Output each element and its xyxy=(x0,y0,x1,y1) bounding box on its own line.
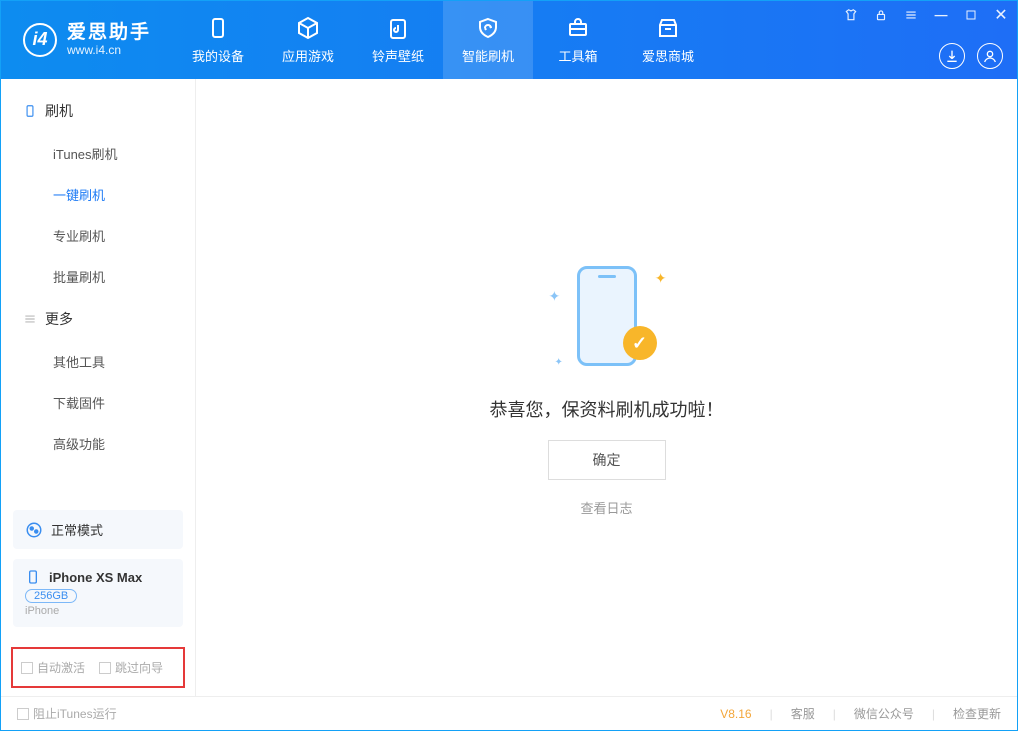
device-type: iPhone xyxy=(25,605,171,617)
sidebar-nav: 刷机 iTunes刷机 一键刷机 专业刷机 批量刷机 更多 其他工具 下载固件 … xyxy=(1,79,195,502)
lock-icon[interactable] xyxy=(871,5,891,25)
sparkle-icon: ✦ xyxy=(549,288,561,305)
app-header: i4 爱思助手 www.i4.cn 我的设备 应用游戏 铃声壁纸 智能刷机 工具… xyxy=(1,1,1017,79)
nav-batch-flash[interactable]: 批量刷机 xyxy=(1,256,195,297)
logo-icon: i4 xyxy=(23,23,57,57)
app-body: 刷机 iTunes刷机 一键刷机 专业刷机 批量刷机 更多 其他工具 下载固件 … xyxy=(1,79,1017,696)
checkbox-skip-guide[interactable]: 跳过向导 xyxy=(99,659,163,676)
list-icon xyxy=(23,312,37,326)
tab-toolbox[interactable]: 工具箱 xyxy=(533,1,623,79)
ok-button[interactable]: 确定 xyxy=(548,440,666,480)
sparkle-icon: ✦ xyxy=(555,357,563,368)
checkbox-block-itunes[interactable]: 阻止iTunes运行 xyxy=(17,705,117,722)
tab-label: 应用游戏 xyxy=(282,46,334,65)
tab-label: 工具箱 xyxy=(559,46,598,65)
nav-onekey-flash[interactable]: 一键刷机 xyxy=(1,174,195,215)
sparkle-icon: ✦ xyxy=(655,270,667,287)
tab-label: 我的设备 xyxy=(192,46,244,65)
tab-label: 爱思商城 xyxy=(642,46,694,65)
refresh-shield-icon xyxy=(476,16,500,40)
app-logo: i4 爱思助手 www.i4.cn xyxy=(1,23,173,57)
checkbox-label: 自动激活 xyxy=(37,659,85,676)
music-icon xyxy=(386,16,410,40)
mode-icon xyxy=(25,521,43,539)
section-flash: 刷机 xyxy=(1,89,195,133)
section-more: 更多 xyxy=(1,297,195,341)
tab-my-device[interactable]: 我的设备 xyxy=(173,1,263,79)
app-subtitle: www.i4.cn xyxy=(67,44,151,57)
window-controls: ─ ✕ xyxy=(841,5,1011,25)
store-icon xyxy=(656,16,680,40)
header-tabs: 我的设备 应用游戏 铃声壁纸 智能刷机 工具箱 爱思商城 xyxy=(173,1,713,79)
phone-icon xyxy=(206,16,230,40)
options-highlight-box: 自动激活 跳过向导 xyxy=(11,647,185,688)
mode-card[interactable]: 正常模式 xyxy=(13,510,183,549)
minimize-button[interactable]: ─ xyxy=(931,5,951,25)
app-title: 爱思助手 xyxy=(67,23,151,44)
tab-ringtone[interactable]: 铃声壁纸 xyxy=(353,1,443,79)
device-name: iPhone XS Max xyxy=(49,570,142,585)
checkbox-auto-activate[interactable]: 自动激活 xyxy=(21,659,85,676)
tab-store[interactable]: 爱思商城 xyxy=(623,1,713,79)
close-button[interactable]: ✕ xyxy=(991,5,1011,25)
menu-icon[interactable] xyxy=(901,5,921,25)
device-card[interactable]: iPhone XS Max 256GB iPhone xyxy=(13,559,183,627)
device-icon xyxy=(23,104,37,118)
success-illustration: ✦ ✦ ✦ ✓ xyxy=(547,258,667,378)
nav-itunes-flash[interactable]: iTunes刷机 xyxy=(1,133,195,174)
section-label: 更多 xyxy=(45,309,73,329)
shirt-icon[interactable] xyxy=(841,5,861,25)
tab-label: 铃声壁纸 xyxy=(372,46,424,65)
nav-advanced[interactable]: 高级功能 xyxy=(1,423,195,464)
device-panel: 正常模式 iPhone XS Max 256GB iPhone xyxy=(1,502,195,647)
wechat-link[interactable]: 微信公众号 xyxy=(854,705,914,722)
customer-service-link[interactable]: 客服 xyxy=(791,705,815,722)
status-bar: 阻止iTunes运行 V8.16 | 客服 | 微信公众号 | 检查更新 xyxy=(1,696,1017,730)
section-label: 刷机 xyxy=(45,101,73,121)
checkbox-label: 跳过向导 xyxy=(115,659,163,676)
checkbox-label: 阻止iTunes运行 xyxy=(33,705,117,722)
nav-download-firmware[interactable]: 下载固件 xyxy=(1,382,195,423)
header-actions xyxy=(939,43,1003,69)
success-message: 恭喜您，保资料刷机成功啦！ xyxy=(490,396,724,422)
download-icon[interactable] xyxy=(939,43,965,69)
nav-other-tools[interactable]: 其他工具 xyxy=(1,341,195,382)
sidebar: 刷机 iTunes刷机 一键刷机 专业刷机 批量刷机 更多 其他工具 下载固件 … xyxy=(1,79,196,696)
main-content: ✦ ✦ ✦ ✓ 恭喜您，保资料刷机成功啦！ 确定 查看日志 xyxy=(196,79,1017,696)
tab-apps[interactable]: 应用游戏 xyxy=(263,1,353,79)
check-badge-icon: ✓ xyxy=(623,326,657,360)
view-log-link[interactable]: 查看日志 xyxy=(580,498,632,517)
tab-label: 智能刷机 xyxy=(462,46,514,65)
tab-smart-flash[interactable]: 智能刷机 xyxy=(443,1,533,79)
user-icon[interactable] xyxy=(977,43,1003,69)
check-update-link[interactable]: 检查更新 xyxy=(953,705,1001,722)
mode-label: 正常模式 xyxy=(51,520,103,539)
toolbox-icon xyxy=(566,16,590,40)
cube-icon xyxy=(296,16,320,40)
maximize-button[interactable] xyxy=(961,5,981,25)
phone-small-icon xyxy=(25,569,41,585)
nav-pro-flash[interactable]: 专业刷机 xyxy=(1,215,195,256)
version-label: V8.16 xyxy=(720,707,751,721)
device-capacity: 256GB xyxy=(25,589,77,603)
